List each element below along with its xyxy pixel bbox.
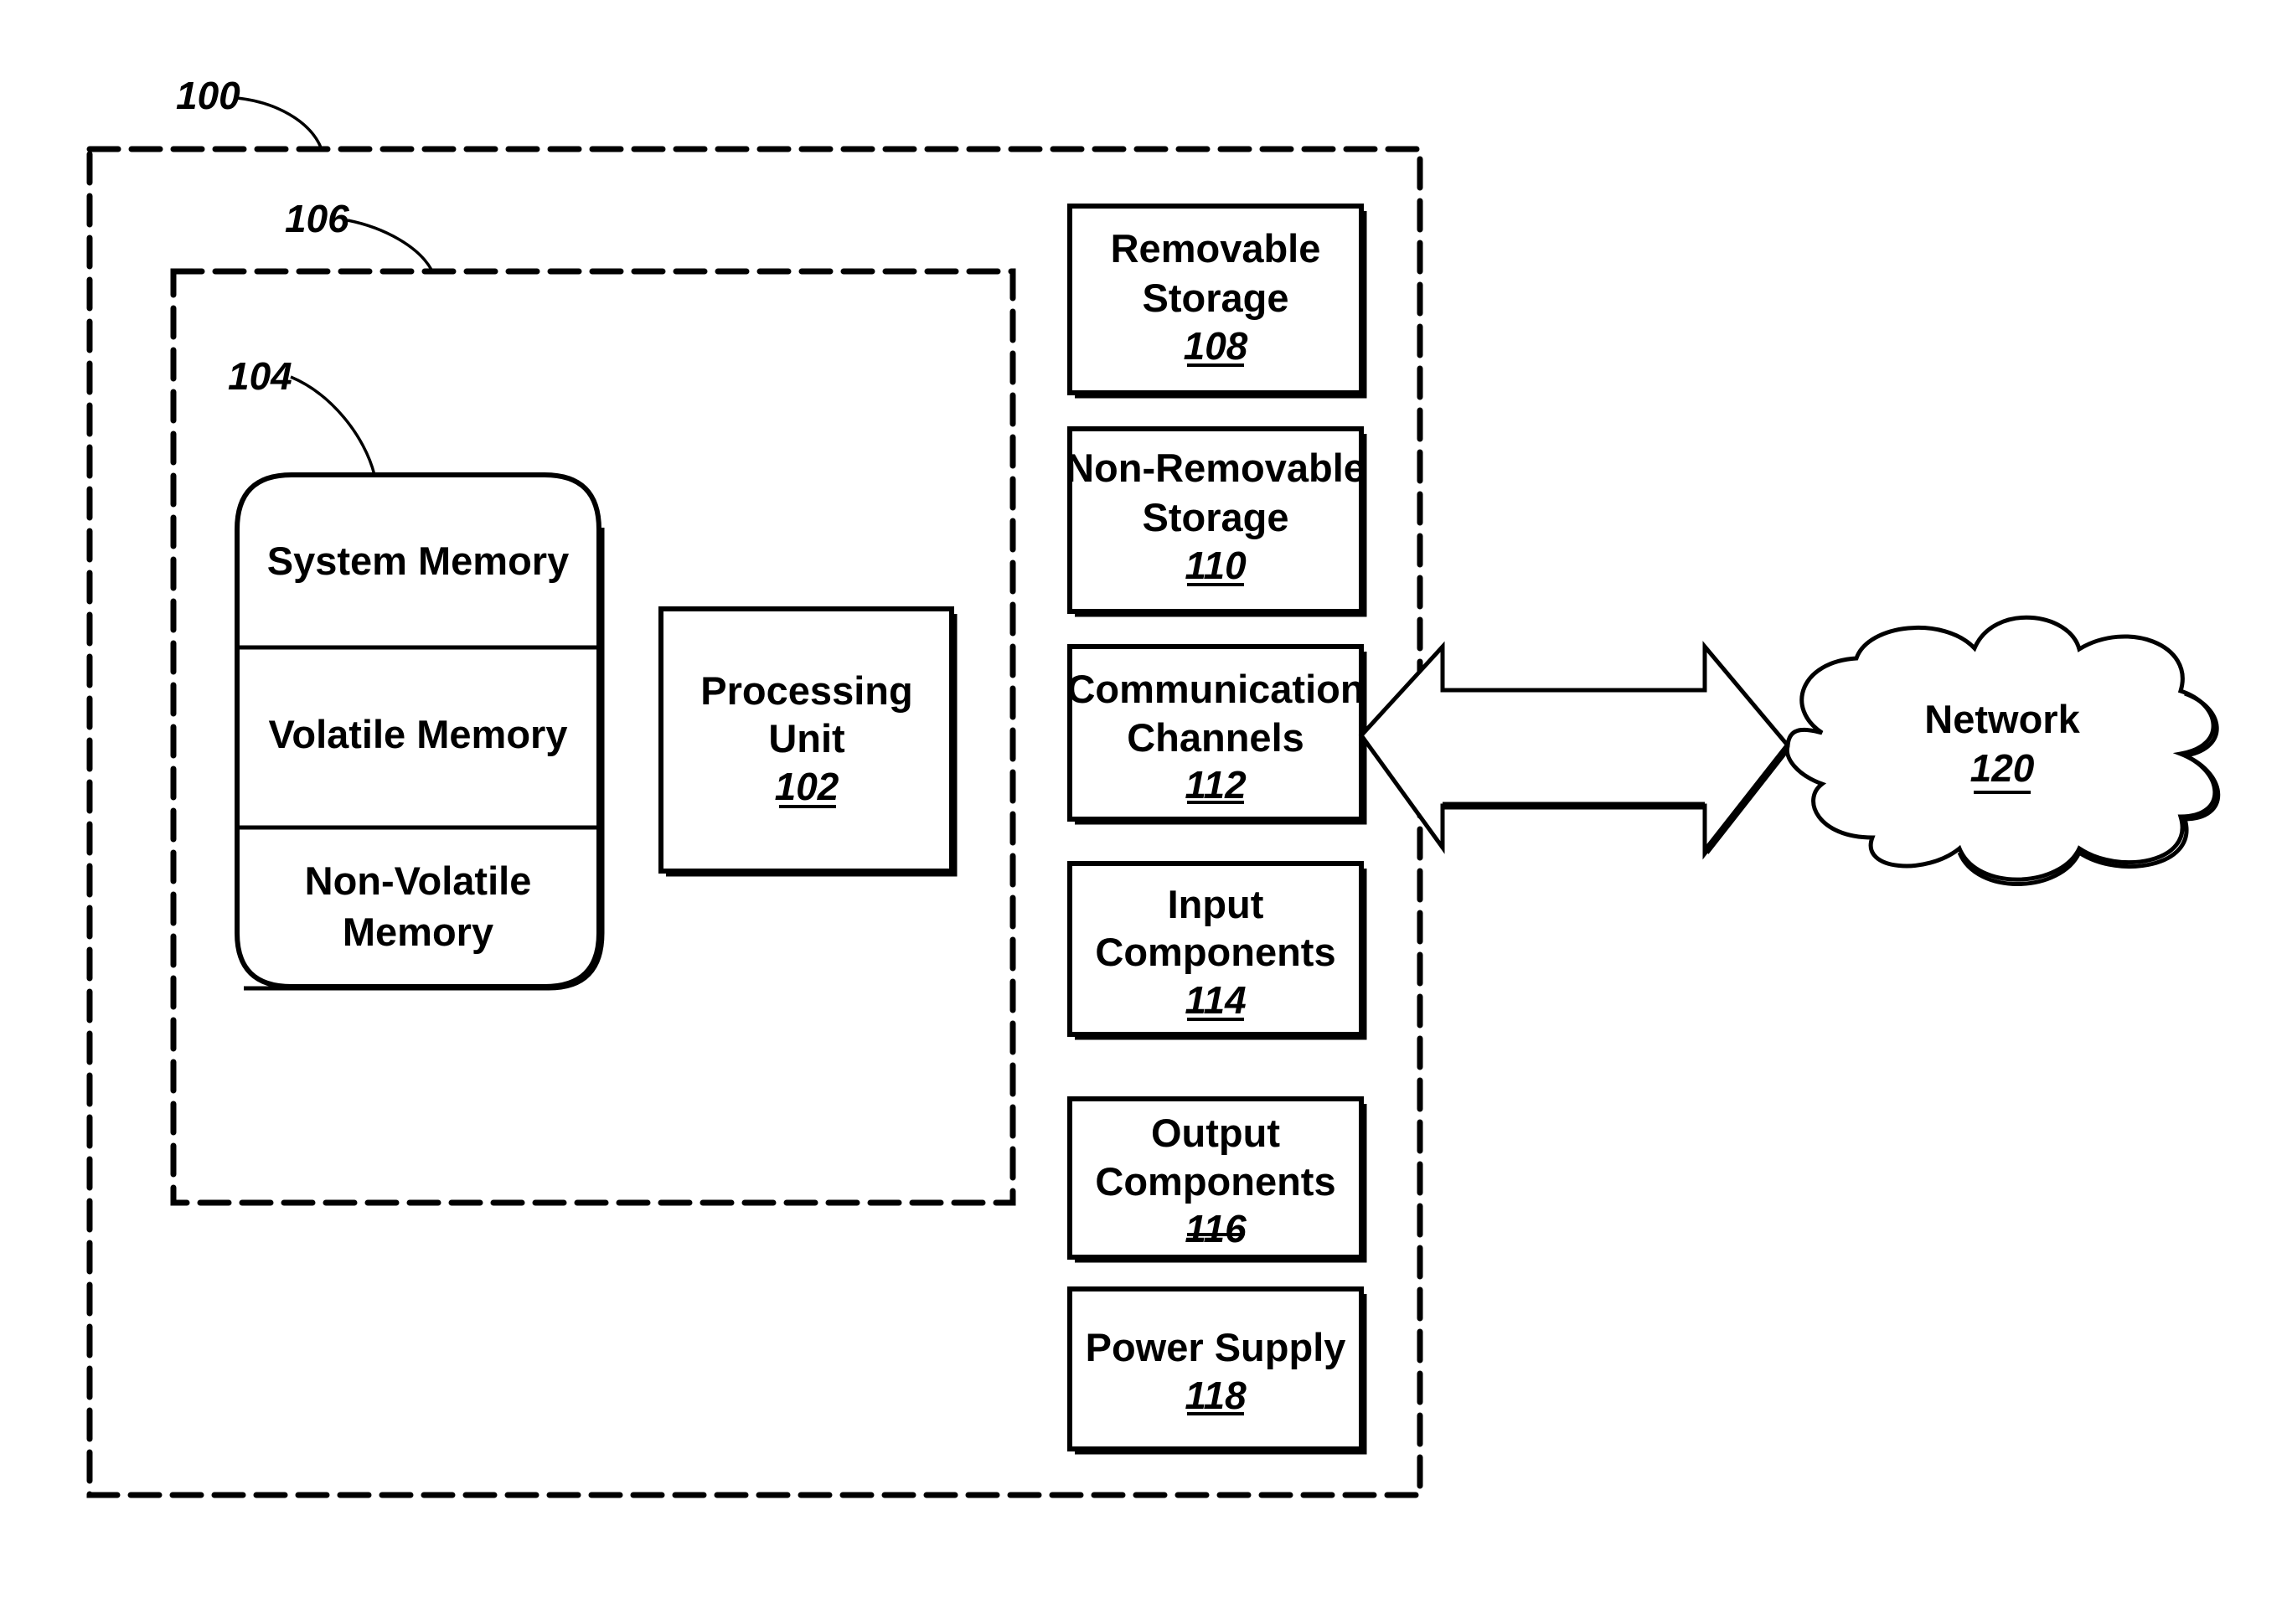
removable-storage-block: Removable Storage 108 bbox=[1067, 204, 1367, 399]
network-ref: 120 bbox=[1970, 746, 2035, 790]
power-supply-block: Power Supply 118 bbox=[1067, 1286, 1367, 1455]
non-volatile-memory-label-line2: Memory bbox=[343, 910, 493, 954]
computing-device-block-diagram: 100 106 System Memory Volatile Memory No… bbox=[86, 74, 2221, 1498]
non-removable-storage-ref: 110 bbox=[1185, 544, 1247, 587]
input-components-label-line2: Components bbox=[1095, 930, 1335, 974]
output-components-ref: 116 bbox=[1185, 1207, 1247, 1250]
core-ref-label: 106 bbox=[285, 197, 349, 240]
communication-channels-block: Communication Channels 112 bbox=[1066, 644, 1367, 825]
processing-unit-ref: 102 bbox=[775, 765, 839, 808]
removable-storage-label-line2: Storage bbox=[1143, 276, 1289, 320]
input-components-label-line1: Input bbox=[1168, 882, 1264, 926]
memory-ref-label: 104 bbox=[228, 354, 292, 398]
non-removable-storage-label-line1: Non-Removable bbox=[1066, 446, 1365, 490]
memory-ref-leader bbox=[290, 375, 376, 476]
communication-channels-ref: 112 bbox=[1185, 763, 1247, 807]
component-column: Removable Storage 108 Non-Removable Stor… bbox=[1066, 204, 1367, 1455]
power-supply-ref: 118 bbox=[1185, 1374, 1247, 1417]
output-components-block: Output Components 116 bbox=[1067, 1096, 1367, 1263]
processing-unit-block: Processing Unit 102 bbox=[658, 606, 958, 877]
input-components-ref: 114 bbox=[1185, 978, 1246, 1022]
network-cloud: Network 120 bbox=[1784, 615, 2221, 886]
removable-storage-label-line1: Removable bbox=[1111, 226, 1321, 271]
input-components-block: Input Components 114 bbox=[1067, 861, 1367, 1040]
system-memory-label: System Memory bbox=[267, 539, 570, 583]
communication-channels-label-line2: Channels bbox=[1127, 715, 1304, 760]
double-arrow-icon bbox=[1358, 641, 1791, 860]
removable-storage-ref: 108 bbox=[1184, 324, 1248, 368]
non-removable-storage-label-line2: Storage bbox=[1143, 495, 1289, 539]
memory-block: System Memory Volatile Memory Non-Volati… bbox=[228, 354, 605, 991]
system-ref-label: 100 bbox=[176, 74, 240, 117]
non-volatile-memory-label-line1: Non-Volatile bbox=[305, 858, 532, 903]
power-supply-label: Power Supply bbox=[1086, 1325, 1346, 1369]
processing-unit-label-line1: Processing bbox=[700, 668, 912, 713]
non-removable-storage-block: Non-Removable Storage 110 bbox=[1066, 426, 1367, 617]
network-label: Network bbox=[1924, 697, 2080, 741]
core-ref-leader bbox=[347, 219, 433, 271]
communication-channels-label-line1: Communication bbox=[1066, 667, 1364, 711]
processing-unit-label-line2: Unit bbox=[768, 716, 845, 760]
bidirectional-arrow bbox=[1358, 641, 1791, 860]
output-components-label-line1: Output bbox=[1151, 1111, 1280, 1155]
volatile-memory-label: Volatile Memory bbox=[269, 712, 568, 756]
system-ref-leader bbox=[236, 96, 323, 148]
output-components-label-line2: Components bbox=[1095, 1159, 1335, 1204]
